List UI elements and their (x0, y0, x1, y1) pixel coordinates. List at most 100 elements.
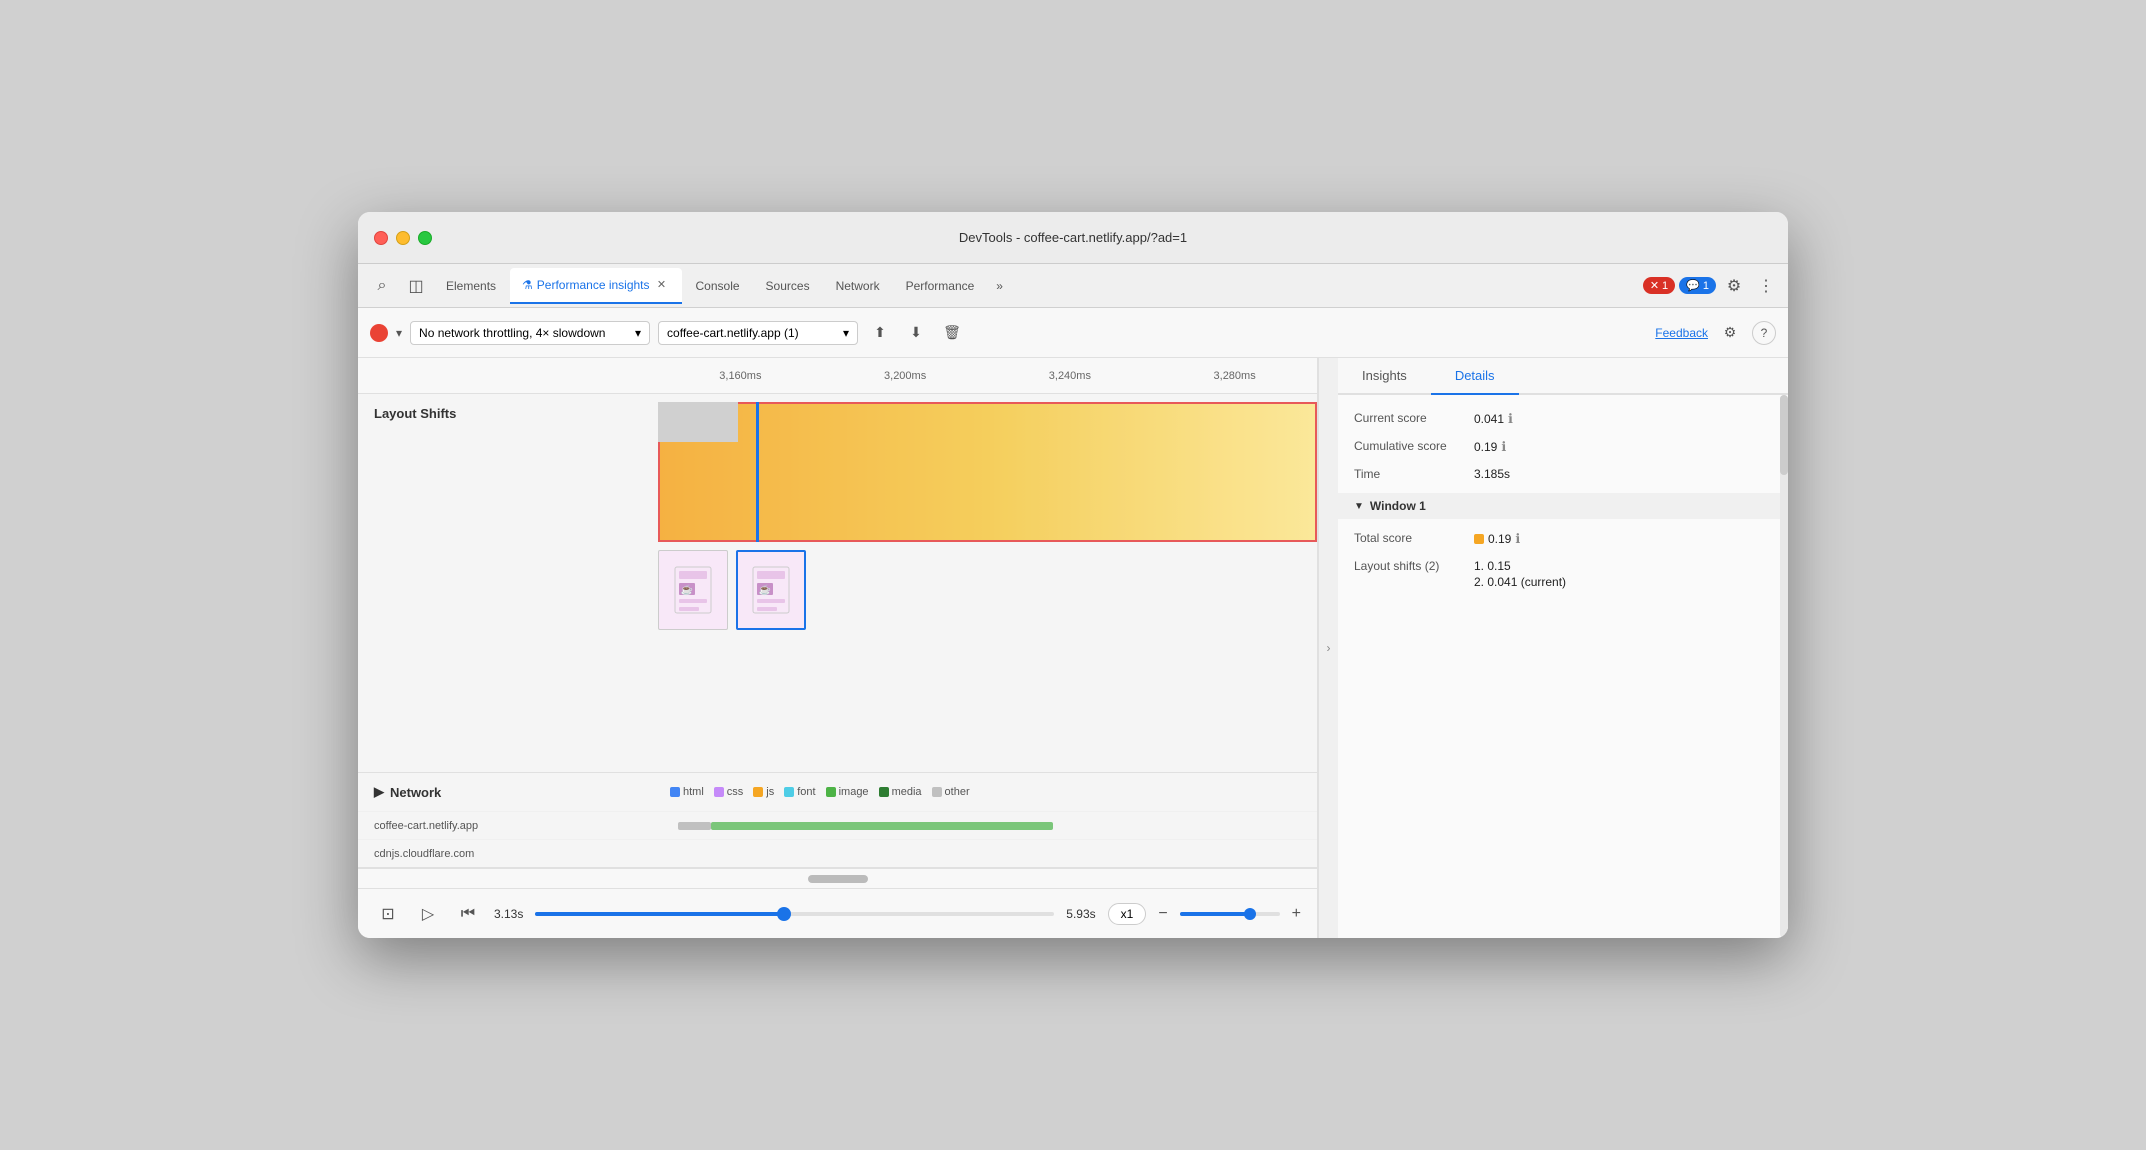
network-row-1[interactable]: coffee-cart.netlify.app (358, 811, 1317, 839)
tab-insights[interactable]: Insights (1338, 358, 1431, 395)
more-tabs-button[interactable]: » (988, 275, 1011, 297)
playback-progress (535, 912, 784, 916)
error-icon: ✕ (1650, 279, 1659, 292)
playback-slider[interactable] (535, 912, 1054, 916)
zoom-thumb[interactable] (1244, 908, 1256, 920)
info-badge[interactable]: 💬 1 (1679, 277, 1716, 294)
download-button[interactable]: ⬇ (902, 319, 930, 347)
zoom-out-icon[interactable]: − (1158, 905, 1167, 923)
devtools-window: DevTools - coffee-cart.netlify.app/?ad=1… (358, 212, 1788, 938)
time-marker-4: 3,280ms (1152, 370, 1317, 382)
playback-bar: ⊡ ▷ ⏮ 3.13s 5.93s x1 − + (358, 888, 1317, 938)
js-dot (753, 787, 763, 797)
other-dot (932, 787, 942, 797)
close-button[interactable] (374, 231, 388, 245)
zoom-fill (1180, 912, 1250, 916)
time-marker-1: 3,160ms (658, 370, 823, 382)
tab-console[interactable]: Console (684, 268, 752, 304)
layout-shifts-count-label: Layout shifts (2) (1354, 559, 1474, 589)
cumulative-score-value: 0.19 ℹ (1474, 439, 1506, 455)
skip-to-start-button[interactable]: ⏮ (454, 900, 482, 928)
network-bar-area-1 (658, 818, 1317, 834)
zoom-slider[interactable] (1180, 912, 1280, 916)
collapse-button[interactable]: › (1318, 358, 1338, 938)
feedback-link[interactable]: Feedback (1655, 326, 1708, 340)
upload-button[interactable]: ⬆ (866, 319, 894, 347)
network-section: ▶ Network html css (358, 773, 1317, 868)
network-row-2[interactable]: cdnjs.cloudflare.com (358, 839, 1317, 867)
net-bar-prefix-1 (678, 822, 711, 830)
playback-thumb[interactable] (777, 907, 791, 921)
total-score-row: Total score 0.19 ℹ (1354, 531, 1772, 547)
total-score-info-icon[interactable]: ℹ (1515, 531, 1520, 547)
layout-shifts-section: Layout Shifts ☕ (358, 394, 1317, 773)
device-icon[interactable]: ◫ (400, 270, 432, 302)
settings-tab-button[interactable]: ⚙ (1720, 272, 1748, 300)
tab-performance[interactable]: Performance (894, 268, 987, 304)
legend-image: image (826, 786, 869, 798)
maximize-button[interactable] (418, 231, 432, 245)
svg-text:☕: ☕ (759, 583, 771, 596)
layout-shifts-timeline: ☕ ☕ (658, 394, 1317, 772)
scrollbar-thumb[interactable] (808, 875, 868, 883)
time-marker-2: 3,200ms (823, 370, 988, 382)
record-dropdown-arrow[interactable]: ▾ (396, 326, 402, 340)
thumbnail-before[interactable]: ☕ (658, 550, 728, 630)
delete-button[interactable]: 🗑 (938, 319, 966, 347)
collapse-icon: ▶ (374, 784, 384, 800)
window1-section-header[interactable]: ▼ Window 1 (1338, 493, 1788, 519)
time-markers: 3,160ms 3,200ms 3,240ms 3,280ms (658, 370, 1317, 382)
minimize-button[interactable] (396, 231, 410, 245)
tab-performance-insights[interactable]: ⚗ Performance insights ✕ (510, 268, 681, 304)
speed-selector[interactable]: x1 (1108, 903, 1147, 925)
tab-close-button[interactable]: ✕ (654, 277, 670, 293)
cursor-icon[interactable]: ⌕ (366, 270, 398, 302)
thumbnail-after[interactable]: ☕ (736, 550, 806, 630)
more-options-button[interactable]: ⋮ (1752, 272, 1780, 300)
right-panel-scrollbar-thumb[interactable] (1780, 395, 1788, 475)
tab-network[interactable]: Network (824, 268, 892, 304)
tab-sources[interactable]: Sources (754, 268, 822, 304)
cumulative-score-info-icon[interactable]: ℹ (1501, 439, 1506, 455)
traffic-lights (374, 231, 432, 245)
main-content: 3,160ms 3,200ms 3,240ms 3,280ms Layout S… (358, 358, 1788, 938)
help-button[interactable]: ? (1752, 321, 1776, 345)
screenshot-button[interactable]: ⊡ (374, 900, 402, 928)
right-panel: Insights Details Current score 0.041 ℹ C… (1338, 358, 1788, 938)
shift-gray-area (658, 402, 738, 442)
layout-shifts-values: 1. 0.15 2. 0.041 (current) (1474, 559, 1566, 589)
layout-shift-visualization (658, 402, 1317, 542)
time-row: Time 3.185s (1354, 467, 1772, 481)
error-badge[interactable]: ✕ 1 (1643, 277, 1675, 294)
current-score-value: 0.041 ℹ (1474, 411, 1513, 427)
legend-media: media (879, 786, 922, 798)
network-row-label-2: cdnjs.cloudflare.com (358, 848, 658, 860)
zoom-in-icon[interactable]: + (1292, 905, 1301, 923)
image-dot (826, 787, 836, 797)
time-label: Time (1354, 467, 1474, 481)
record-button[interactable] (370, 324, 388, 342)
network-label[interactable]: ▶ Network (358, 784, 658, 800)
right-panel-scrollbar[interactable] (1780, 395, 1788, 938)
origin-select[interactable]: coffee-cart.netlify.app (1) ▾ (658, 321, 858, 345)
total-score-label: Total score (1354, 531, 1474, 547)
shift-blue-line (756, 402, 759, 542)
legend-html: html (670, 786, 704, 798)
settings-button[interactable]: ⚙ (1716, 319, 1744, 347)
font-dot (784, 787, 794, 797)
thumbnail-row: ☕ ☕ (658, 542, 1317, 638)
tab-elements[interactable]: Elements (434, 268, 508, 304)
tab-details[interactable]: Details (1431, 358, 1519, 395)
chat-icon: 💬 (1686, 279, 1700, 292)
total-score-value: 0.19 ℹ (1474, 531, 1520, 547)
layout-shifts-label: Layout Shifts (358, 394, 658, 772)
origin-arrow: ▾ (843, 326, 849, 340)
current-score-info-icon[interactable]: ℹ (1508, 411, 1513, 427)
media-dot (879, 787, 889, 797)
throttle-select[interactable]: No network throttling, 4× slowdown ▾ (410, 321, 650, 345)
play-button[interactable]: ▷ (414, 900, 442, 928)
horizontal-scrollbar[interactable] (358, 868, 1317, 888)
playback-start-time: 3.13s (494, 907, 523, 921)
cumulative-score-row: Cumulative score 0.19 ℹ (1354, 439, 1772, 455)
network-legend: html css js font (658, 780, 982, 804)
